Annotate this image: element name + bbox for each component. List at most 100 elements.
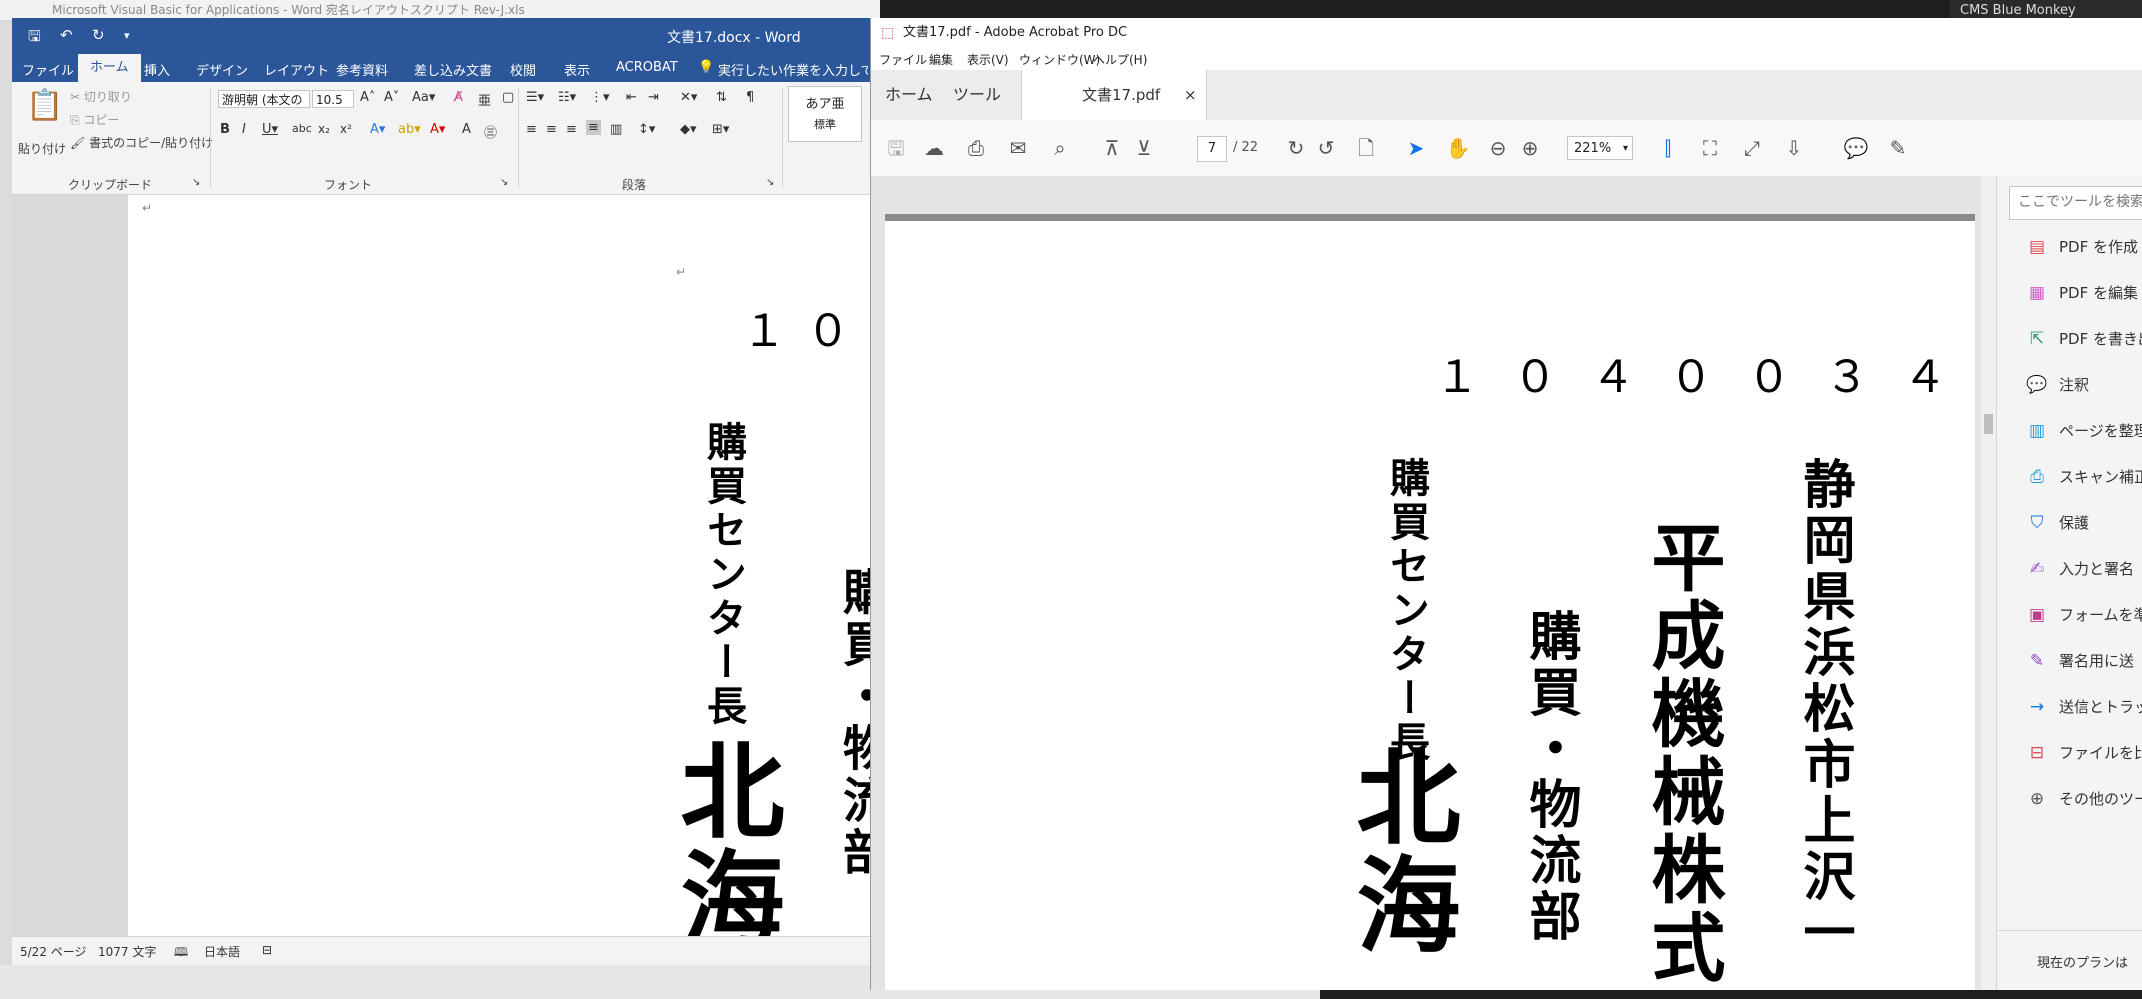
undo-icon[interactable]: ↶ [60,26,73,44]
paste-icon[interactable]: 📋 [26,88,63,123]
asian-layout-icon[interactable]: ✕▾ [680,90,697,105]
multilevel-list-icon[interactable]: ⋮▾ [590,90,610,105]
shrink-font-icon[interactable]: A˅ [384,90,399,105]
shading-icon[interactable]: ◆▾ [680,122,697,137]
status-page-count[interactable]: 5/22 ページ [20,943,87,960]
align-left-icon[interactable]: ≡ [526,122,537,137]
show-marks-icon[interactable]: ¶ [746,90,754,105]
sort-icon[interactable]: ⇅ [716,90,727,105]
menu-view[interactable]: 表示(V) [967,51,1009,68]
pdf-scroll-thumb[interactable] [1984,414,1993,434]
increase-indent-icon[interactable]: ⇥ [648,90,659,105]
tool-item[interactable]: ▣ フォームを準 [2025,604,2142,625]
distribute-icon[interactable]: ▥ [610,122,622,137]
tab-tools[interactable]: ツール [953,70,1001,120]
search-icon[interactable]: ⌕ [1047,136,1073,160]
cut-button[interactable]: ✂ 切り取り [70,88,132,105]
word-page[interactable]: ↵ ↵ １０ 購買センター長 購買・物流部 北海 [128,195,872,954]
tool-item[interactable]: ✎ 署名用に送 [2025,650,2134,671]
tool-item[interactable]: ✍ 入力と署名 [2025,558,2134,579]
zoom-select[interactable]: 221% ▾ [1567,136,1633,160]
tool-item[interactable]: ⊕ その他のツー [2025,788,2142,809]
style-normal-tile[interactable]: あア亜 標準 [788,86,862,142]
pdf-scrollbar[interactable] [1981,176,1996,990]
enclose-char-icon[interactable]: ㊂ [484,122,497,141]
bullets-icon[interactable]: ☰▾ [526,90,544,105]
text-effects-icon[interactable]: A▾ [370,122,385,137]
rotate-ccw-icon[interactable]: ↺ [1313,136,1339,160]
status-word-count[interactable]: 1077 文字 [98,943,156,960]
tab-home[interactable]: ホーム [885,70,933,120]
status-language[interactable]: 日本語 [204,943,240,960]
hand-tool-icon[interactable]: ✋ [1445,136,1471,160]
tab-insert[interactable]: 挿入 [144,60,170,79]
tab-home[interactable]: ホーム [78,54,141,82]
tool-search-box[interactable] [2009,186,2142,220]
comment-tool-icon[interactable]: 💬 [1843,136,1869,160]
tool-item[interactable]: ⛉ 保護 [2025,512,2089,533]
tab-references[interactable]: 参考資料 [336,60,388,79]
align-center-icon[interactable]: ≡ [546,122,557,137]
tool-item[interactable]: ▦ PDF を編集 [2025,282,2138,303]
close-tab-icon[interactable]: × [1184,70,1197,120]
tab-document[interactable]: 文書17.pdf × [1021,70,1207,120]
font-launcher-icon[interactable]: ↘ [500,177,508,188]
underline-icon[interactable]: U▾ [262,122,278,137]
phonetic-guide-icon[interactable]: 亜 [478,90,491,109]
copy-button[interactable]: ⎘ コピー [70,111,119,128]
zoom-out-icon[interactable]: ⊖ [1485,136,1511,160]
char-shading-icon[interactable]: A [462,122,471,137]
menu-help[interactable]: ヘルプ(H) [1093,51,1147,68]
font-size-select[interactable]: 10.5 [312,90,354,108]
format-painter-button[interactable]: 🖌 書式のコピー/貼り付け [70,134,213,151]
paragraph-launcher-icon[interactable]: ↘ [766,177,774,188]
tab-file[interactable]: ファイル [22,60,74,79]
full-screen-icon[interactable]: ⤢ [1739,136,1765,160]
change-case-icon[interactable]: Aa▾ [412,90,435,105]
prev-page-icon[interactable]: ⊼ [1099,136,1125,160]
char-border-icon[interactable]: ▢ [502,90,514,105]
proofing-icon[interactable]: 🕮 [174,943,188,964]
save-icon[interactable]: 🖫 [28,26,41,51]
font-name-select[interactable]: 游明朝 (本文の [218,90,310,108]
zoom-in-icon[interactable]: ⊕ [1517,136,1543,160]
redo-icon[interactable]: ↻ [92,26,105,44]
bold-icon[interactable]: B [220,122,230,137]
highlight-tool-icon[interactable]: ✎ [1885,136,1911,160]
justify-icon[interactable]: ≡ [586,120,601,135]
tab-layout[interactable]: レイアウト [264,60,329,79]
quick-access-menu-icon[interactable]: ▾ [124,29,130,42]
menu-file[interactable]: ファイル [879,51,927,68]
tab-acrobat[interactable]: ACROBAT [616,60,678,75]
clipboard-launcher-icon[interactable]: ↘ [192,177,200,188]
grow-font-icon[interactable]: A˄ [360,90,375,105]
tab-view[interactable]: 表示 [564,60,590,79]
tool-item[interactable]: ▤ PDF を作成 [2025,236,2138,257]
print-icon[interactable]: ⎙ [963,136,989,160]
reading-mode-icon[interactable]: ⛶ [1697,136,1723,160]
paste-button[interactable]: 貼り付け [18,140,66,157]
upload-cloud-icon[interactable]: ☁ [921,136,947,160]
strikethrough-icon[interactable]: abc [292,122,312,135]
email-icon[interactable]: ✉ [1005,136,1031,160]
subscript-icon[interactable]: x₂ [318,122,330,136]
numbering-icon[interactable]: ☷▾ [558,90,576,105]
tool-search-input[interactable] [2010,187,2142,217]
tab-mailings[interactable]: 差し込み文書 [414,60,492,79]
superscript-icon[interactable]: x² [340,122,352,136]
next-page-icon[interactable]: ⊻ [1131,136,1157,160]
line-spacing-icon[interactable]: ↕▾ [638,122,655,137]
tool-item[interactable]: 💬 注釈 [2025,374,2089,395]
select-tool-icon[interactable]: ➤ [1403,136,1429,160]
tool-item[interactable]: ⊟ ファイルを比 [2025,742,2142,763]
highlight-icon[interactable]: ab▾ [398,122,421,137]
tell-me-box[interactable]: 実行したい作業を入力してください [718,60,868,79]
page-number-input[interactable]: 7 [1197,136,1227,162]
tab-design[interactable]: デザイン [196,60,248,79]
menu-edit[interactable]: 編集 [929,51,953,68]
italic-icon[interactable]: I [242,122,246,137]
tool-item[interactable]: ⇱ PDF を書き出 [2025,328,2142,349]
tool-item[interactable]: → 送信とトラッ [2025,696,2142,717]
tab-review[interactable]: 校閲 [510,60,536,79]
font-color-icon[interactable]: A▾ [430,122,445,137]
